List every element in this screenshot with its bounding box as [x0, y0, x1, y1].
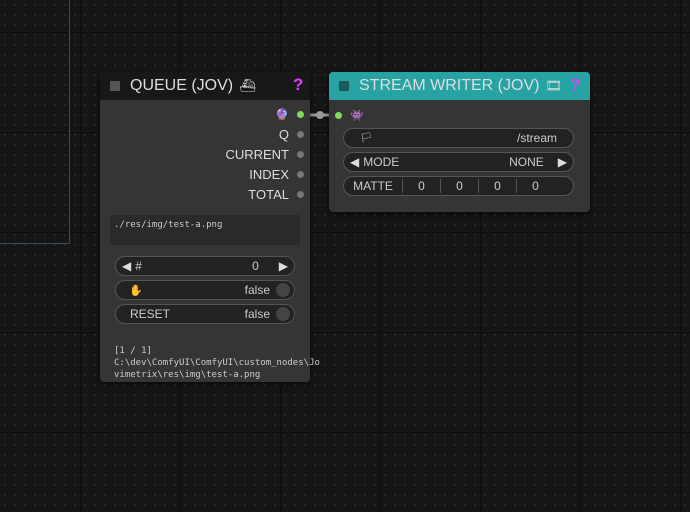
status-line-2: C:\dev\ComfyUI\ComfyUI\custom_nodes\Jo: [114, 358, 320, 368]
reset-toggle-label: RESET: [130, 307, 171, 321]
matte-vector-widget[interactable]: MATTE 0 0 0 0: [343, 176, 574, 196]
film-frames-icon: 🎞: [545, 78, 562, 93]
stream-writer-title: STREAM WRITER (JOV): [359, 77, 540, 94]
output-q-label: Q: [278, 126, 289, 142]
alien-monster-icon: 👾: [350, 109, 364, 122]
output-slot-dot[interactable]: [297, 170, 304, 178]
matte-value-g[interactable]: 0: [440, 179, 478, 193]
flag-icon: 🏳: [360, 132, 373, 144]
matte-label: MATTE: [353, 179, 393, 193]
index-widget-label: #: [135, 259, 142, 273]
decrement-arrow-icon[interactable]: ◀: [118, 259, 135, 273]
output-index[interactable]: INDEX: [249, 164, 304, 184]
mode-value: NONE: [509, 155, 544, 169]
matte-value-b[interactable]: 0: [478, 179, 516, 193]
status-line-1: [1 / 1]: [114, 346, 152, 356]
queue-node-title: QUEUE (JOV): [130, 77, 234, 94]
ship-icon: ⛴: [239, 78, 256, 93]
output-slot-dot[interactable]: [297, 150, 304, 158]
previous-arrow-icon[interactable]: ◀: [346, 155, 363, 169]
toggle-dot[interactable]: [276, 283, 290, 297]
link-midpoint: [316, 111, 324, 119]
reset-toggle[interactable]: RESET false: [115, 304, 295, 324]
queue-textarea[interactable]: ./res/img/test-a.png: [110, 215, 300, 245]
collapse-dot[interactable]: [110, 81, 120, 91]
stream-writer-node[interactable]: STREAM WRITER (JOV) 🎞 ? 👾 🏳 /stream ◀ MO…: [329, 72, 590, 212]
input-pixel[interactable]: 👾: [335, 106, 364, 124]
output-total[interactable]: TOTAL: [248, 184, 304, 204]
toggle-dot[interactable]: [276, 307, 290, 321]
crystal-ball-icon: 🔮: [275, 108, 289, 121]
output-slot-dot[interactable]: [297, 110, 304, 118]
hand-icon: ✋: [129, 284, 143, 297]
output-total-label: TOTAL: [248, 186, 289, 202]
output-index-label: INDEX: [249, 166, 289, 182]
output-current-label: CURRENT: [225, 146, 289, 162]
matte-value-a[interactable]: 0: [516, 179, 554, 193]
queue-textarea-value: ./res/img/test-a.png: [114, 220, 223, 230]
output-slot-dot[interactable]: [297, 130, 304, 138]
hold-toggle[interactable]: ✋ false: [115, 280, 295, 300]
help-icon[interactable]: ?: [293, 75, 303, 95]
hold-toggle-value: false: [244, 283, 270, 297]
output-any[interactable]: 🔮: [275, 104, 304, 124]
reset-toggle-value: false: [244, 307, 270, 321]
mode-label: MODE: [363, 155, 400, 169]
help-icon[interactable]: ?: [570, 75, 580, 95]
output-current[interactable]: CURRENT: [225, 144, 304, 164]
next-arrow-icon[interactable]: ▶: [554, 155, 571, 169]
mode-select-widget[interactable]: ◀ MODE NONE ▶: [343, 152, 574, 172]
increment-arrow-icon[interactable]: ▶: [275, 259, 292, 273]
matte-value-r[interactable]: 0: [402, 179, 440, 193]
index-number-widget[interactable]: ◀ # 0 ▶: [115, 256, 295, 276]
status-output-area: [1 / 1] C:\dev\ComfyUI\ComfyUI\custom_no…: [108, 340, 320, 380]
output-q[interactable]: Q: [279, 124, 304, 144]
route-text-widget[interactable]: 🏳 /stream: [343, 128, 574, 148]
output-slot-dot[interactable]: [297, 190, 304, 198]
stream-writer-title-bar[interactable]: STREAM WRITER (JOV) 🎞: [329, 72, 590, 100]
route-value: /stream: [516, 131, 557, 145]
collapse-dot[interactable]: [339, 81, 349, 91]
queue-node-title-bar[interactable]: QUEUE (JOV) ⛴: [100, 72, 310, 100]
input-slot-dot[interactable]: [335, 111, 342, 119]
status-line-3: vimetrix\res\img\test-a.png: [114, 370, 261, 380]
queue-node[interactable]: QUEUE (JOV) ⛴ ? 🔮 Q CURRENT INDEX TOTAL …: [100, 72, 320, 382]
index-widget-value: 0: [252, 259, 259, 273]
